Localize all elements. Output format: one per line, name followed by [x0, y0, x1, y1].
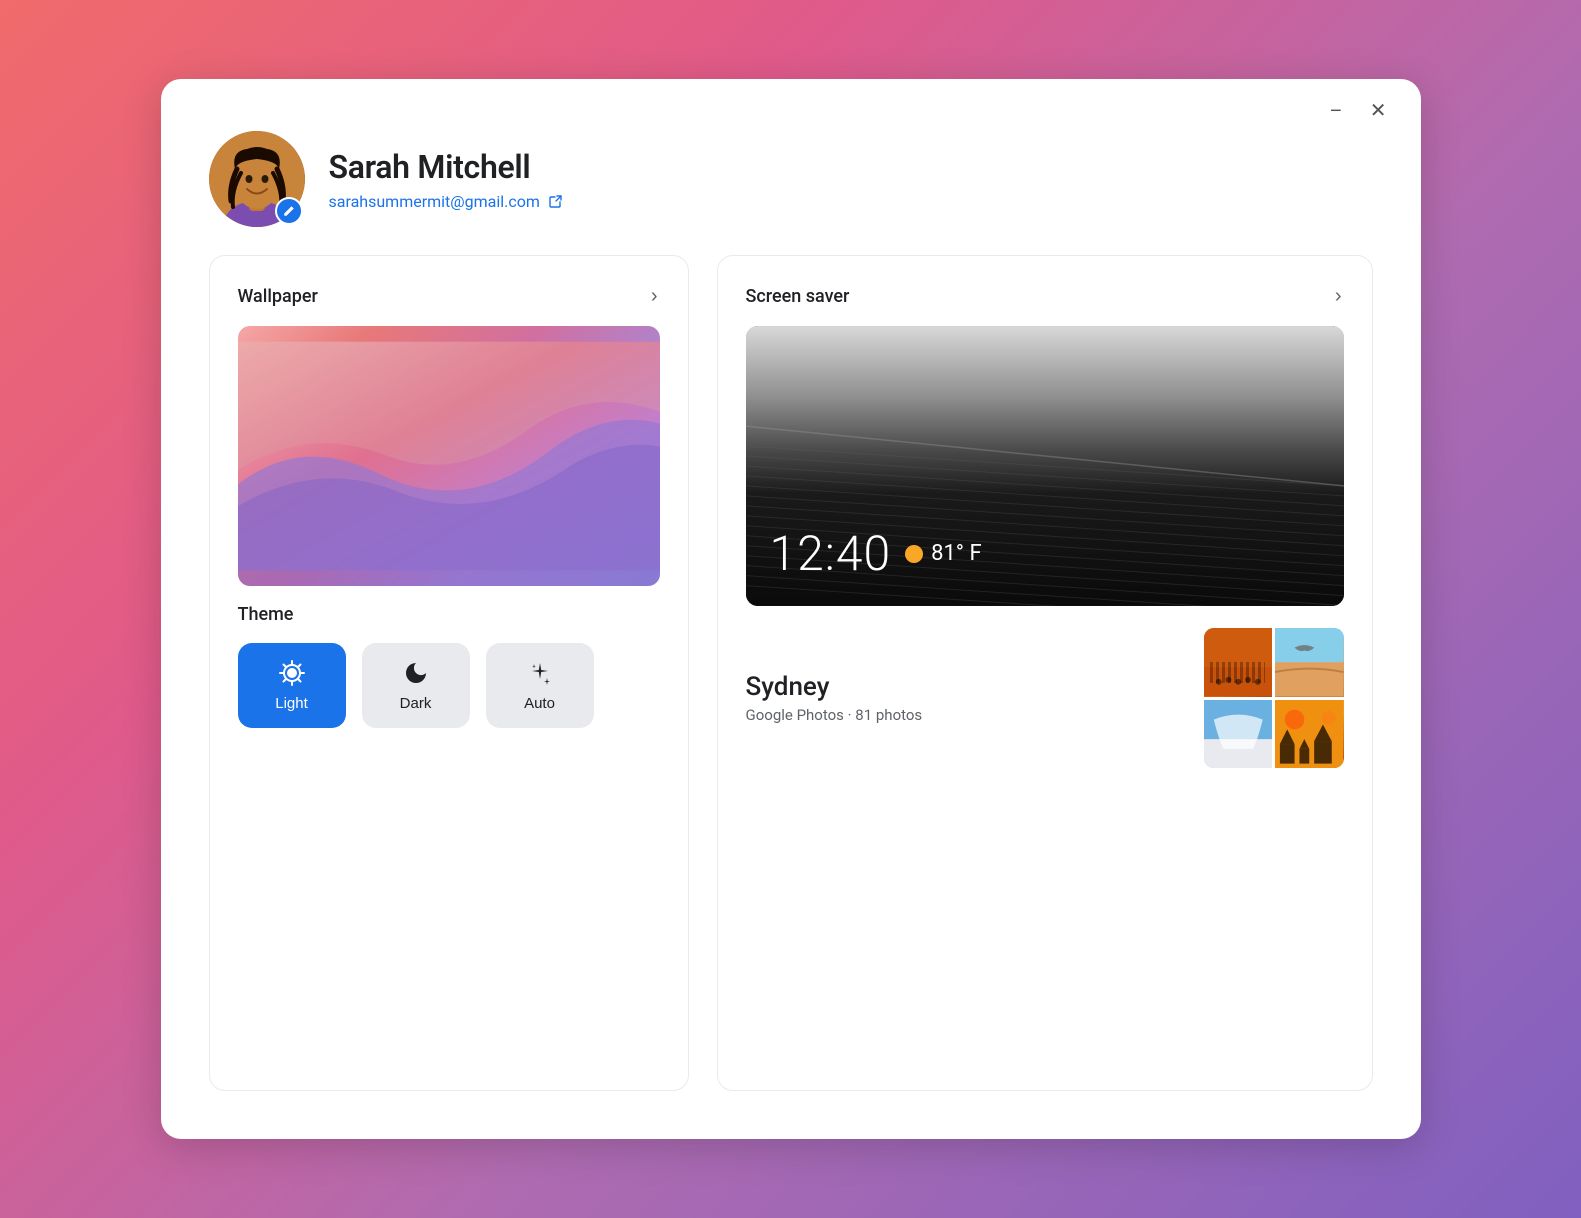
theme-auto-label: Auto	[524, 695, 555, 712]
profile-section: Sarah Mitchell sarahsummermit@gmail.com	[209, 131, 1373, 227]
screensaver-album-info: Sydney Google Photos · 81 photos	[746, 672, 923, 724]
wallpaper-card-header: Wallpaper ›	[238, 284, 660, 308]
wallpaper-card-title: Wallpaper	[238, 286, 318, 307]
theme-dark-label: Dark	[400, 695, 432, 712]
theme-dark-button[interactable]: Dark	[362, 643, 470, 728]
dark-theme-icon	[402, 659, 430, 687]
photo-grid-cell-2	[1275, 628, 1344, 697]
minimize-button[interactable]: −	[1324, 99, 1348, 123]
main-window: − ✕	[161, 79, 1421, 1139]
album-subtitle: Google Photos · 81 photos	[746, 706, 923, 724]
theme-options: Light Dark Auto	[238, 643, 660, 728]
album-source: Google Photos	[746, 706, 844, 724]
photo-grid-cell-3	[1204, 700, 1273, 769]
screensaver-card-title: Screen saver	[746, 286, 850, 307]
screensaver-bottom: Sydney Google Photos · 81 photos	[746, 628, 1344, 768]
title-bar: − ✕	[1324, 99, 1392, 123]
auto-theme-icon	[526, 659, 554, 687]
theme-label: Theme	[238, 604, 660, 625]
user-name: Sarah Mitchell	[329, 148, 564, 186]
theme-light-button[interactable]: Light	[238, 643, 346, 728]
user-email-text: sarahsummermit@gmail.com	[329, 192, 540, 211]
album-title: Sydney	[746, 672, 923, 702]
theme-light-label: Light	[275, 695, 308, 712]
wallpaper-preview[interactable]	[238, 326, 660, 586]
photo-grid-cell-1	[1204, 628, 1273, 697]
screensaver-preview[interactable]: 12:40 81° F	[746, 326, 1344, 606]
wallpaper-chevron-button[interactable]: ›	[649, 284, 660, 308]
close-button[interactable]: ✕	[1364, 99, 1393, 123]
cards-row: Wallpaper ›	[209, 255, 1373, 1091]
screensaver-bg: 12:40 81° F	[746, 326, 1344, 606]
light-theme-icon	[278, 659, 306, 687]
sun-icon	[905, 545, 923, 563]
screensaver-card: Screen saver ›	[717, 255, 1373, 1091]
temperature-text: 81° F	[931, 541, 982, 566]
wallpaper-card: Wallpaper ›	[209, 255, 689, 1091]
avatar-wrapper	[209, 131, 305, 227]
screensaver-time: 12:40 81° F	[770, 525, 982, 582]
photo-grid-cell-4	[1275, 700, 1344, 769]
external-link-icon	[548, 193, 564, 209]
edit-avatar-button[interactable]	[275, 197, 303, 225]
screensaver-card-header: Screen saver ›	[746, 284, 1344, 308]
screensaver-time-text: 12:40	[770, 525, 892, 582]
screensaver-chevron-button[interactable]: ›	[1333, 284, 1344, 308]
weather-badge: 81° F	[905, 541, 982, 566]
profile-info: Sarah Mitchell sarahsummermit@gmail.com	[329, 148, 564, 211]
user-email-link[interactable]: sarahsummermit@gmail.com	[329, 192, 564, 211]
album-count: 81 photos	[855, 706, 922, 724]
photo-grid[interactable]	[1204, 628, 1344, 768]
theme-auto-button[interactable]: Auto	[486, 643, 594, 728]
